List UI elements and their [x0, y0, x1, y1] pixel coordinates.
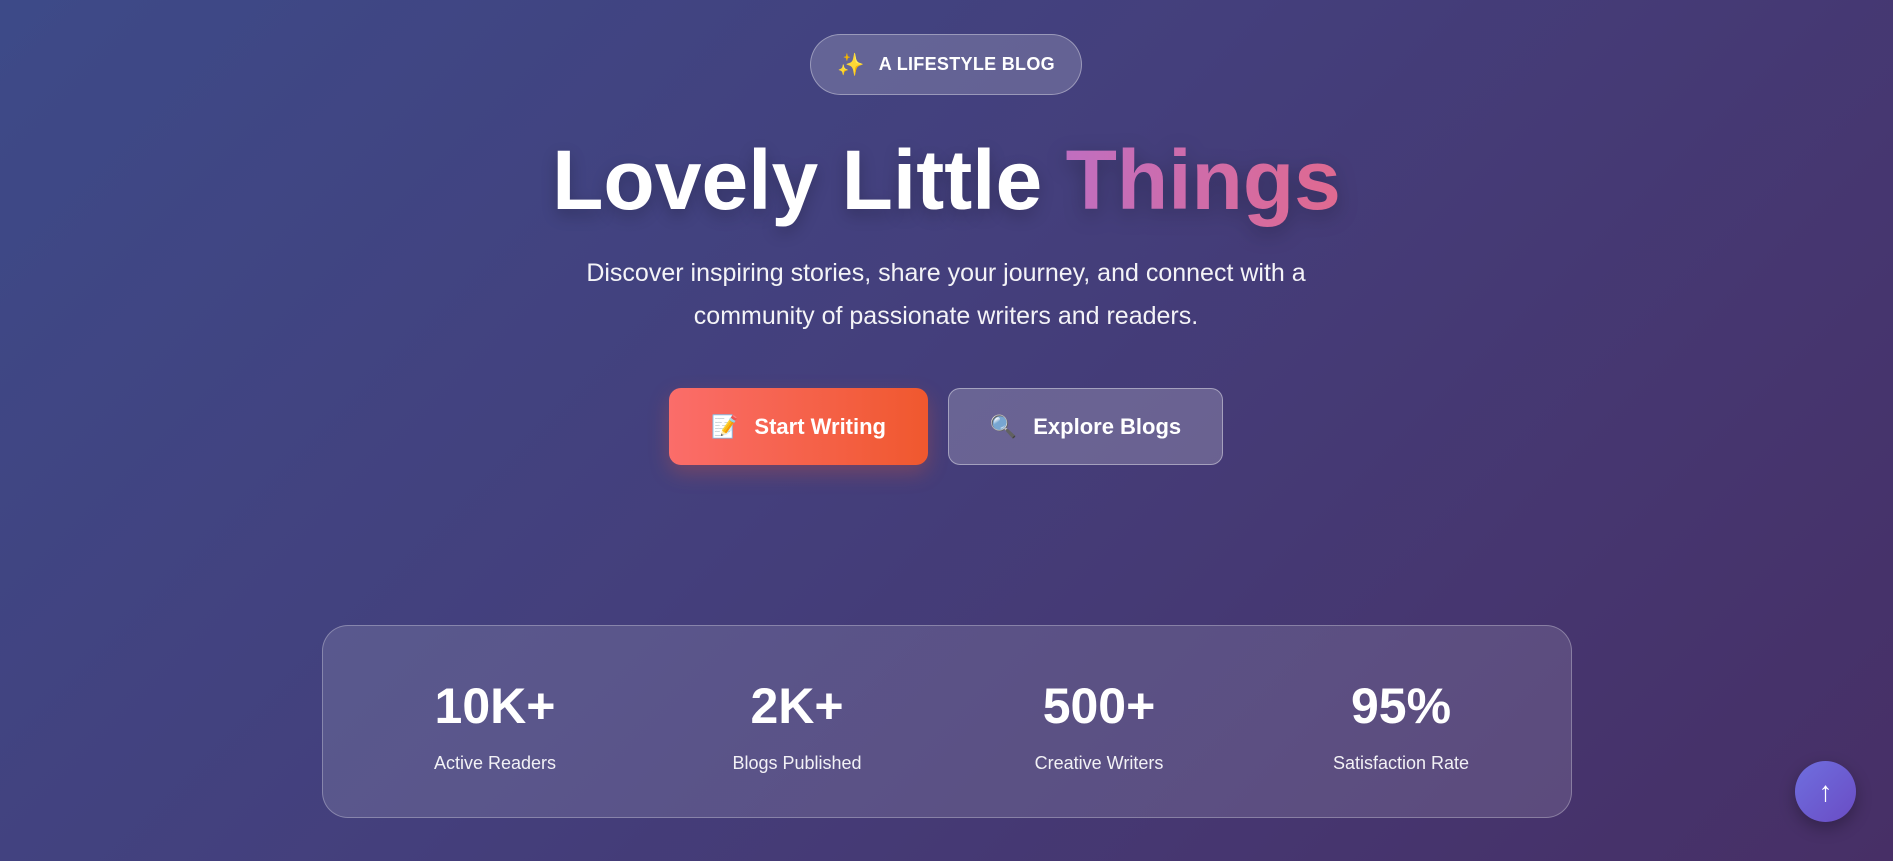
stat-value: 2K+: [750, 678, 844, 734]
explore-blogs-label: Explore Blogs: [1033, 413, 1182, 439]
sparkles-icon: ✨: [837, 51, 865, 77]
stat-value: 95%: [1350, 678, 1452, 734]
magnifier-icon: 🔍: [989, 413, 1018, 439]
stat-value: 10K+: [434, 678, 556, 734]
stat-label: Active Readers: [433, 753, 557, 773]
badge-label: A LIFESTYLE BLOG: [878, 54, 1055, 74]
stat-label: Creative Writers: [1034, 753, 1164, 773]
start-writing-button[interactable]: 📝 Start Writing: [669, 388, 928, 465]
stat-active-readers: 10K+ Active Readers: [344, 626, 646, 819]
stat-value: 500+: [1042, 678, 1156, 734]
stat-creative-writers: 500+ Creative Writers: [948, 626, 1250, 819]
stat-satisfaction-rate: 95% Satisfaction Rate: [1250, 626, 1552, 819]
arrow-up-icon: ↑: [1818, 775, 1833, 807]
stat-label: Satisfaction Rate: [1332, 753, 1470, 773]
stats-panel: 10K+ Active Readers 2K+ Blogs Published …: [322, 625, 1572, 818]
hero-title-accent: Things: [1065, 133, 1341, 227]
explore-blogs-button[interactable]: 🔍 Explore Blogs: [948, 388, 1223, 465]
stat-blogs-published: 2K+ Blogs Published: [646, 626, 948, 819]
hero-title: Lovely Little Things: [0, 130, 1893, 230]
hero-title-main: Lovely Little: [552, 133, 1043, 227]
start-writing-label: Start Writing: [754, 413, 886, 439]
hero-subtitle: Discover inspiring stories, share your j…: [586, 259, 1306, 330]
memo-icon: 📝: [711, 413, 739, 439]
scroll-to-top-button[interactable]: ↑: [1795, 761, 1856, 822]
category-badge: ✨ A LIFESTYLE BLOG: [810, 34, 1082, 95]
stat-label: Blogs Published: [732, 753, 862, 773]
